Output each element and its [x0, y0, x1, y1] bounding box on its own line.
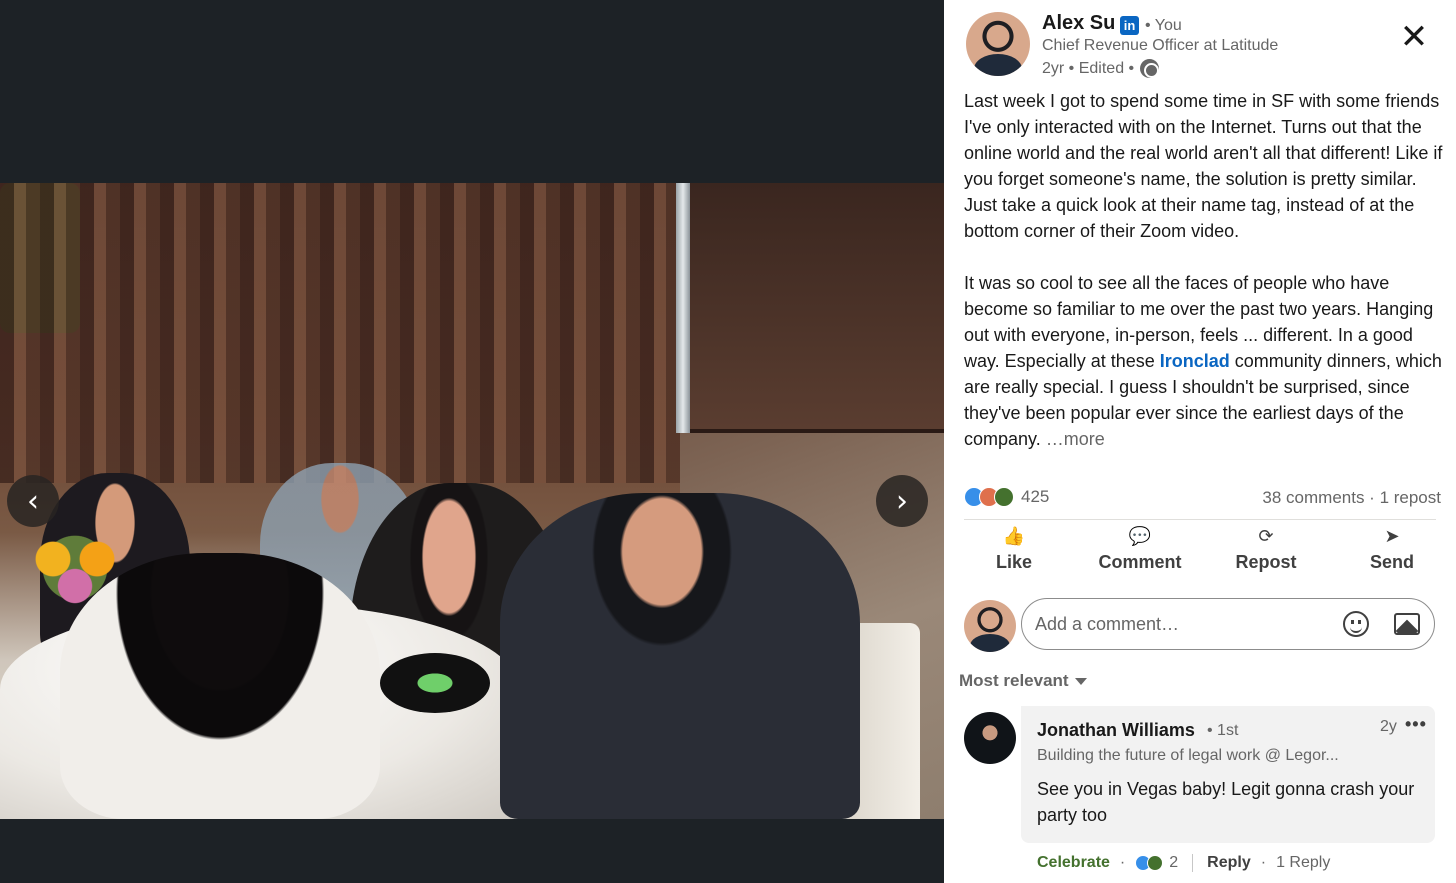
send-button[interactable]: ➤ Send: [1336, 526, 1448, 573]
chevron-right-icon: ›: [896, 483, 908, 519]
comment-label: Comment: [1098, 552, 1182, 572]
reposts-count-link[interactable]: 1 repost: [1380, 488, 1441, 507]
linkedin-premium-icon: in: [1120, 16, 1139, 35]
comment-item: Jonathan Williams • 1st 2y ••• Building …: [1021, 706, 1435, 843]
author-name[interactable]: Alex Su: [1042, 12, 1115, 35]
reply-button[interactable]: Reply: [1207, 854, 1251, 872]
company-mention-link[interactable]: Ironclad: [1160, 351, 1230, 371]
sort-label: Most relevant: [959, 671, 1069, 690]
image-viewer: ‹ ›: [0, 0, 944, 883]
reaction-icons: [964, 487, 1014, 507]
photo-guest: [500, 493, 860, 819]
author-relation: • You: [1145, 17, 1182, 34]
more-options-icon[interactable]: •••: [1405, 714, 1427, 735]
comment-input[interactable]: [1035, 613, 1335, 635]
reactions-summary[interactable]: 425: [964, 487, 1049, 507]
comment-button[interactable]: 💬 Comment: [1084, 526, 1196, 573]
comment-sort-dropdown[interactable]: Most relevant: [959, 671, 1087, 691]
image-icon[interactable]: [1394, 613, 1420, 635]
emoji-icon[interactable]: [1343, 611, 1369, 637]
separator-dot: ·: [1119, 854, 1126, 871]
post-meta: 2yr • Edited •: [1042, 59, 1160, 78]
caret-down-icon: [1074, 677, 1087, 685]
commenter-headline: Building the future of legal work @ Lego…: [1037, 747, 1339, 764]
reaction-count: 425: [1021, 487, 1050, 506]
post-panel: Alex Su in • You Chief Revenue Officer a…: [944, 0, 1456, 883]
divider: [1192, 854, 1194, 872]
comments-count-link[interactable]: 38 comments: [1262, 488, 1364, 507]
next-image-button[interactable]: ›: [876, 475, 928, 527]
author-avatar[interactable]: [966, 12, 1030, 76]
count-separator: ·: [1364, 488, 1380, 507]
chevron-left-icon: ‹: [27, 483, 39, 519]
send-label: Send: [1369, 552, 1414, 572]
social-counts: 38 comments · 1 repost: [1262, 488, 1441, 508]
separator-dot: ·: [1260, 854, 1267, 871]
comment-icon: 💬: [1128, 526, 1152, 547]
post-photo: [0, 183, 944, 819]
repost-button[interactable]: ⟳ Repost: [1210, 526, 1322, 573]
post-actions: 👍 Like 💬 Comment ⟳ Repost ➤ Send: [958, 526, 1448, 573]
repost-icon: ⟳: [1258, 526, 1274, 547]
post-paragraph: Last week I got to spend some time in SF…: [964, 91, 1443, 241]
post-timestamp: 2yr • Edited •: [1042, 59, 1135, 77]
repost-label: Repost: [1235, 552, 1297, 572]
photo-vinyl-record: [380, 653, 490, 713]
thumbs-up-icon: 👍: [1002, 526, 1026, 547]
previous-image-button[interactable]: ‹: [7, 475, 59, 527]
post-paragraph: It was so cool to see all the faces of p…: [964, 270, 1444, 452]
celebrate-reaction-icon: [994, 487, 1014, 507]
author-headline: Chief Revenue Officer at Latitude: [1042, 37, 1279, 54]
photo-light: [676, 183, 690, 433]
view-replies-link[interactable]: 1 Reply: [1276, 854, 1330, 872]
celebrate-button[interactable]: Celebrate: [1037, 854, 1110, 872]
comment-reaction-count: 2: [1169, 854, 1179, 871]
commenter-avatar[interactable]: [964, 712, 1016, 764]
divider: [964, 519, 1436, 520]
current-user-avatar: [964, 600, 1016, 652]
commenter-name[interactable]: Jonathan Williams: [1037, 720, 1195, 741]
see-more-link[interactable]: …more: [1046, 429, 1105, 449]
comment-reactions[interactable]: 2: [1135, 854, 1178, 872]
comment-timestamp: 2y: [1380, 718, 1397, 735]
photo-curtain: [0, 183, 680, 483]
like-button[interactable]: 👍 Like: [958, 526, 1070, 573]
celebrate-reaction-icon: [1147, 855, 1164, 871]
globe-icon: [1140, 59, 1160, 78]
comment-box[interactable]: [1021, 598, 1435, 650]
comment-text: See you in Vegas baby! Legit gonna crash…: [1037, 779, 1415, 825]
photo-mirror: [690, 183, 944, 433]
comment-actions: Celebrate · 2 Reply · 1 Reply: [1037, 854, 1330, 872]
post-body: Last week I got to spend some time in SF…: [964, 88, 1444, 452]
like-label: Like: [995, 552, 1033, 572]
connection-degree: • 1st: [1207, 722, 1239, 739]
close-button[interactable]: ✕: [1394, 20, 1434, 56]
photo-guest: [60, 553, 380, 819]
send-icon: ➤: [1384, 526, 1400, 547]
